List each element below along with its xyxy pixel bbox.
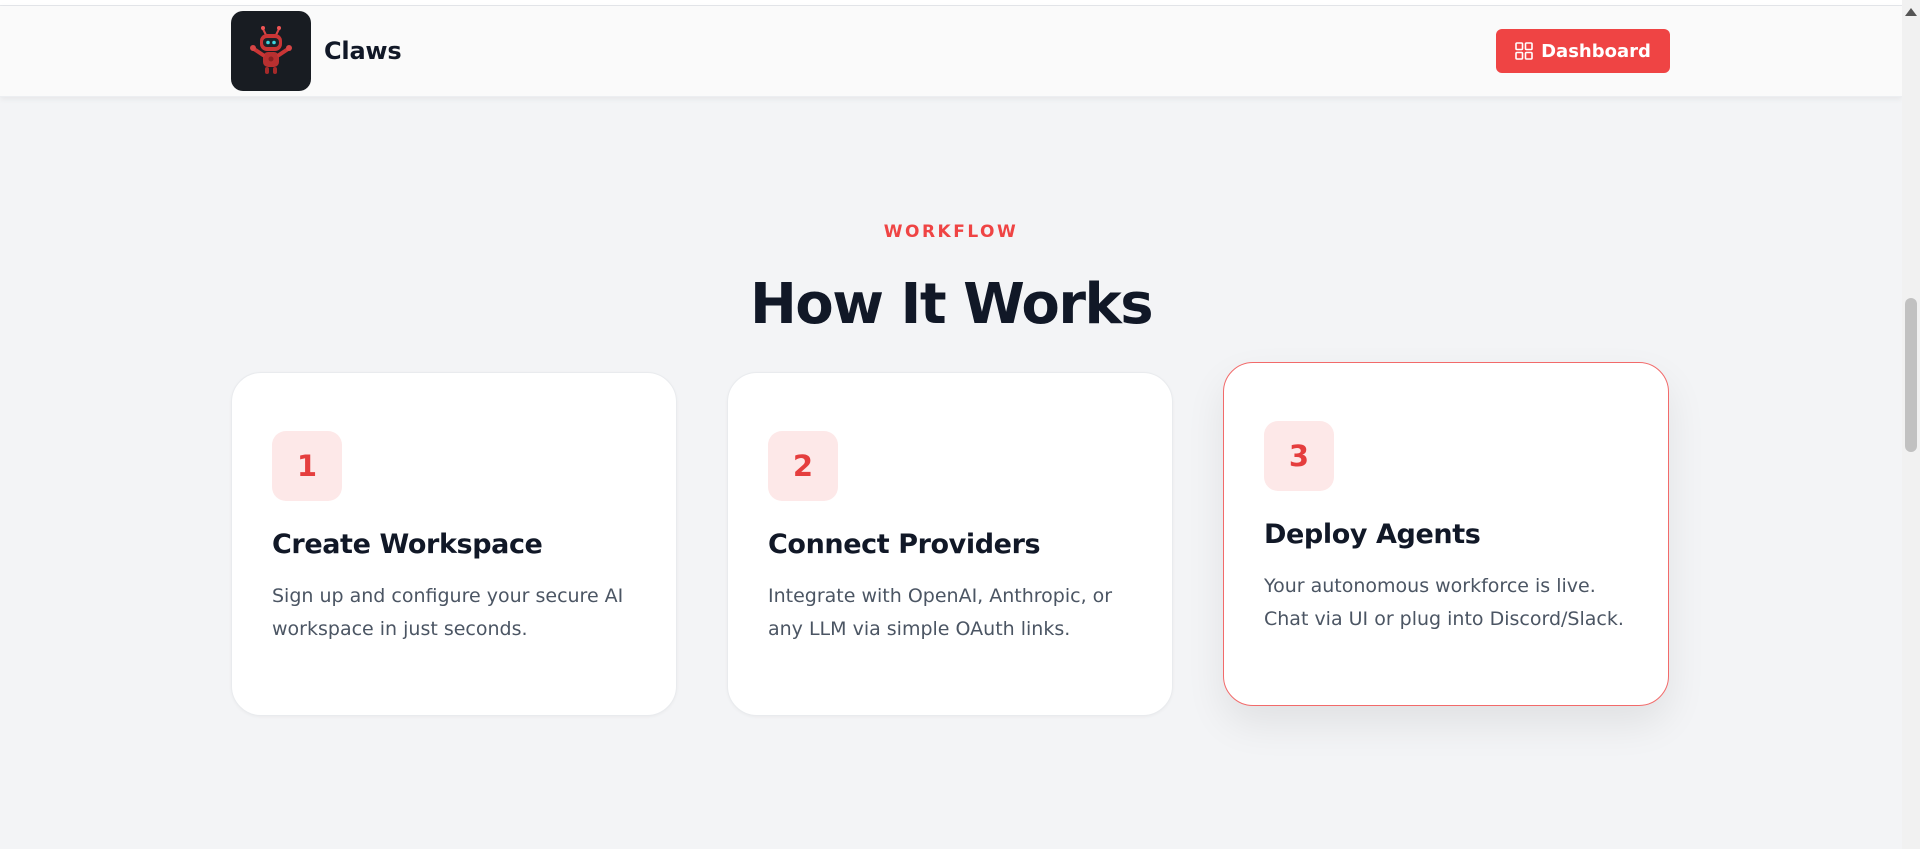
dashboard-label: Dashboard: [1541, 40, 1651, 62]
navbar: Claws Dashboard: [0, 6, 1902, 97]
brand-name: Claws: [324, 37, 402, 65]
grid-icon: [1515, 42, 1533, 60]
brand-link[interactable]: Claws: [231, 11, 402, 91]
scrollbar-thumb[interactable]: [1905, 298, 1917, 452]
step-title: Connect Providers: [768, 529, 1041, 560]
step-card-deploy-agents: 3 Deploy Agents Your autonomous workforc…: [1223, 362, 1669, 706]
page: Claws Dashboard WORKFLOW How It Works 1 …: [0, 0, 1920, 849]
step-card-create-workspace: 1 Create Workspace Sign up and configure…: [231, 372, 677, 716]
section-eyebrow: WORKFLOW: [883, 222, 1019, 242]
step-description: Integrate with OpenAI, Anthropic, or any…: [768, 585, 1113, 640]
step-number-badge: 1: [272, 431, 342, 501]
dashboard-button[interactable]: Dashboard: [1496, 29, 1670, 73]
step-description: Sign up and configure your secure AI wor…: [272, 585, 624, 640]
step-card-connect-providers: 2 Connect Providers Integrate with OpenA…: [727, 372, 1173, 716]
robot-icon: [231, 11, 311, 91]
step-title: Deploy Agents: [1264, 519, 1481, 550]
step-description: Your autonomous workforce is live. Chat …: [1264, 575, 1624, 630]
step-title: Create Workspace: [272, 529, 543, 560]
step-number-badge: 3: [1264, 421, 1334, 491]
section-title: How It Works: [749, 272, 1154, 337]
step-number-badge: 2: [768, 431, 838, 501]
scroll-up-arrow-icon[interactable]: [1905, 8, 1917, 16]
